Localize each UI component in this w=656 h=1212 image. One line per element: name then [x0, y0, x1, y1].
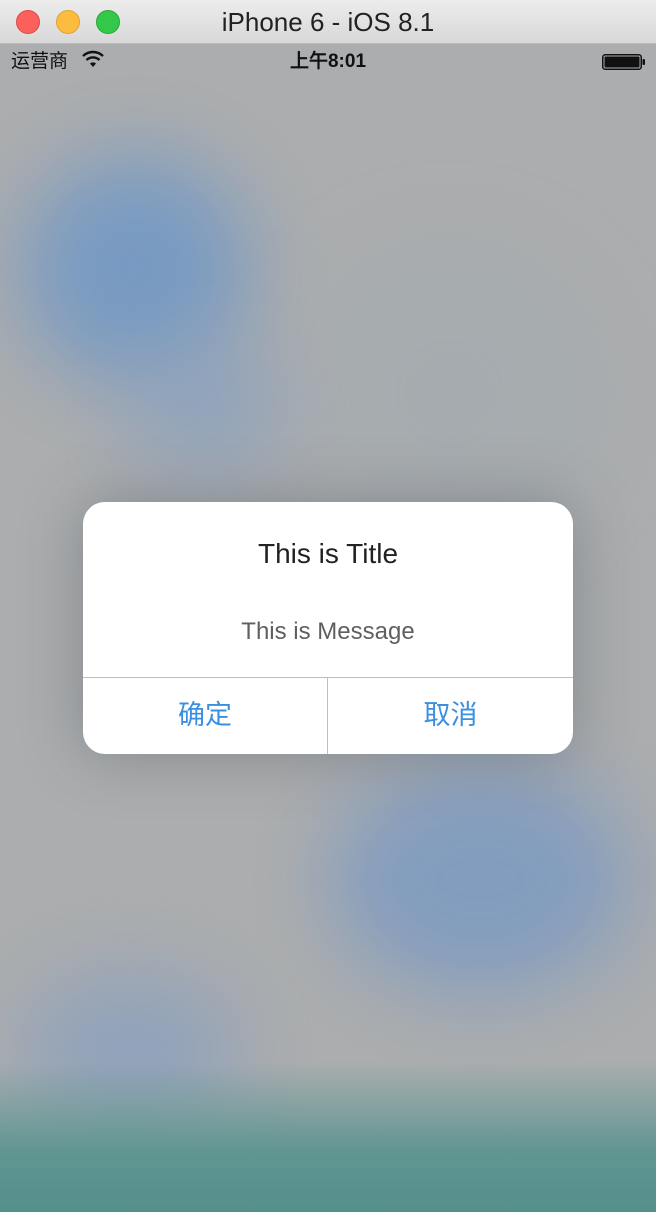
confirm-button[interactable]: 确定 — [83, 678, 327, 754]
alert-message: This is Message — [241, 618, 415, 645]
alert-dialog: This is Title This is Message 确定 取消 — [83, 502, 573, 754]
window-title: iPhone 6 - iOS 8.1 — [221, 7, 435, 37]
cancel-button[interactable]: 取消 — [328, 678, 573, 754]
simulator-window: iPhone 6 - iOS 8.1 运营商 上午8:01 This is Ti… — [0, 0, 656, 1212]
status-bar: 运营商 上午8:01 — [0, 44, 656, 84]
alert-title: This is Title — [257, 538, 399, 569]
window-titlebar[interactable]: iPhone 6 - iOS 8.1 — [0, 0, 656, 44]
battery-icon — [602, 54, 645, 70]
device-screen: 运营商 上午8:01 This is Title This is Message… — [0, 44, 656, 1212]
status-time: 上午8:01 — [289, 51, 367, 72]
